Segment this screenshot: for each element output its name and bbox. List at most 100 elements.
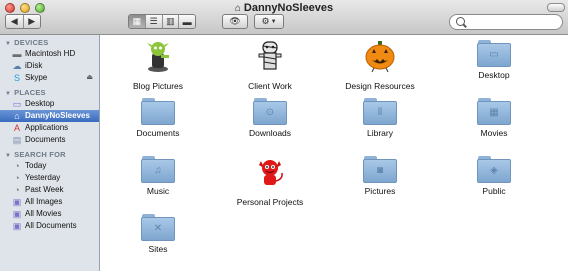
- sidebar-section-heading[interactable]: ▼ PLACES: [0, 88, 99, 98]
- sidebar-item-documents[interactable]: ▤ Documents: [0, 134, 99, 146]
- sidebar-item-label: All Documents: [25, 221, 77, 230]
- window-title: ⌂ DannyNoSleeves: [0, 2, 568, 14]
- file-item-music[interactable]: ♫ Music: [103, 155, 213, 196]
- sidebar-item-label: All Movies: [25, 209, 62, 218]
- sidebar-item-all-documents[interactable]: ▣ All Documents: [0, 220, 99, 232]
- sidebar-item-label: iDisk: [25, 61, 43, 70]
- sidebar-item-idisk[interactable]: ☁ iDisk: [0, 60, 99, 72]
- file-item-label: Music: [146, 186, 170, 196]
- clock-icon: ◔: [14, 161, 20, 171]
- goblin-icon: [147, 42, 169, 72]
- view-mode-control: ▦ ☰ ▥ ▬: [128, 14, 196, 29]
- list-view-button[interactable]: ☰: [145, 15, 163, 28]
- column-view-button[interactable]: ▥: [162, 15, 180, 28]
- file-item-label: Personal Projects: [236, 197, 304, 207]
- sidebar-item-skype[interactable]: S Skype ⏏: [0, 72, 99, 84]
- file-item-label: Design Resources: [345, 81, 415, 91]
- file-item-label: Pictures: [364, 186, 396, 196]
- clock-icon: ◔: [14, 173, 20, 183]
- sidebar-section-heading[interactable]: ▼ DEVICES: [0, 38, 99, 48]
- smart-folder-icon: ▣: [12, 197, 22, 207]
- file-item-label: Desktop: [478, 70, 510, 80]
- file-item-label: Movies: [480, 128, 508, 138]
- file-item-design-resources[interactable]: Design Resources: [325, 39, 435, 91]
- sidebar-item-macintosh-hd[interactable]: ▬ Macintosh HD: [0, 48, 99, 60]
- file-item-desktop[interactable]: ▭ Desktop: [439, 39, 549, 80]
- file-item-public[interactable]: ◈ Public: [439, 155, 549, 196]
- forward-arrow-icon: ▶: [28, 16, 36, 26]
- sidebar-item-label: Desktop: [25, 99, 55, 108]
- sidebar-section-heading[interactable]: ▼ SEARCH FOR: [0, 150, 99, 160]
- sidebar-item-label: DannyNoSleeves: [25, 111, 90, 120]
- back-button[interactable]: ◀: [6, 15, 24, 28]
- file-item-pictures[interactable]: ◙ Pictures: [325, 155, 435, 196]
- column-view-icon: ▥: [166, 16, 175, 26]
- devil-icon: [259, 160, 283, 185]
- file-item-blog-pictures[interactable]: Blog Pictures: [103, 39, 213, 91]
- file-item-client-work[interactable]: Client Work: [215, 39, 325, 91]
- toolbar-toggle-button[interactable]: [547, 3, 565, 12]
- smart-folder-icon: ▣: [12, 221, 22, 231]
- library-folder-icon: ⫴: [363, 97, 397, 125]
- file-item-downloads[interactable]: ⊙ Downloads: [215, 97, 325, 138]
- sidebar: ▼ DEVICES ▬ Macintosh HD ☁ iDisk S Skype …: [0, 35, 100, 271]
- desktop-icon: ▭: [12, 99, 22, 109]
- home-icon: ⌂: [234, 3, 241, 14]
- skype-icon: S: [13, 73, 20, 83]
- file-item-label: Client Work: [248, 81, 292, 91]
- documents-icon: ▤: [12, 135, 22, 145]
- idisk-icon: ☁: [12, 61, 22, 71]
- sidebar-item-all-images[interactable]: ▣ All Images: [0, 196, 99, 208]
- list-view-icon: ☰: [149, 16, 158, 26]
- file-item-movies[interactable]: ▦ Movies: [439, 97, 549, 138]
- sidebar-item-past-week[interactable]: ◔ Past Week: [0, 184, 99, 196]
- sidebar-item-desktop[interactable]: ▭ Desktop: [0, 98, 99, 110]
- sidebar-section-label: DEVICES: [14, 38, 49, 47]
- sidebar-item-label: Documents: [25, 135, 66, 144]
- downloads-folder-icon: ⊙: [253, 97, 287, 125]
- file-item-sites[interactable]: ✕ Sites: [103, 213, 213, 254]
- icon-view-icon: ▦: [132, 16, 142, 26]
- search-icon: [456, 17, 465, 26]
- search-field[interactable]: [449, 14, 563, 30]
- sidebar-item-label: All Images: [25, 197, 63, 206]
- back-arrow-icon: ◀: [10, 16, 18, 26]
- sidebar-item-dannynosleeves[interactable]: ⌂ DannyNoSleeves: [0, 110, 99, 122]
- back-forward-control: ◀ ▶: [5, 14, 41, 29]
- icon-view-button[interactable]: ▦: [129, 15, 146, 28]
- sidebar-section-label: SEARCH FOR: [14, 150, 66, 159]
- window-title-text: DannyNoSleeves: [243, 2, 334, 14]
- file-item-personal-projects[interactable]: Personal Projects: [215, 155, 325, 207]
- sidebar-item-today[interactable]: ◔ Today: [0, 160, 99, 172]
- sidebar-item-label: Past Week: [25, 185, 64, 194]
- folder-icon: [141, 97, 175, 125]
- home-icon: ⌂: [14, 111, 20, 121]
- pictures-folder-icon: ◙: [363, 155, 397, 183]
- clock-icon: ◔: [14, 185, 20, 195]
- sidebar-item-yesterday[interactable]: ◔ Yesterday: [0, 172, 99, 184]
- file-grid: Blog Pictures Client Work Design Resourc…: [100, 35, 568, 271]
- sidebar-item-all-movies[interactable]: ▣ All Movies: [0, 208, 99, 220]
- chevron-down-icon: ▼: [270, 18, 277, 25]
- coverflow-view-button[interactable]: ▬: [179, 15, 195, 28]
- music-folder-icon: ♫: [141, 155, 175, 183]
- sidebar-item-applications[interactable]: A Applications: [0, 122, 99, 134]
- eject-icon[interactable]: ⏏: [86, 72, 93, 84]
- sites-folder-icon: ✕: [141, 213, 175, 241]
- smart-folder-icon: ▣: [12, 209, 22, 219]
- file-item-label: Public: [482, 186, 506, 196]
- toolbar: ⌂ DannyNoSleeves ◀ ▶ ▦ ☰ ▥ ▬ 👁 ⚙ ▼: [0, 0, 568, 35]
- file-item-library[interactable]: ⫴ Library: [325, 97, 435, 138]
- forward-button[interactable]: ▶: [23, 15, 40, 28]
- pumpkin-icon: [365, 41, 395, 73]
- coverflow-view-icon: ▬: [182, 16, 192, 27]
- sidebar-section-label: PLACES: [14, 88, 46, 97]
- sidebar-item-label: Macintosh HD: [25, 49, 76, 58]
- file-item-documents[interactable]: Documents: [103, 97, 213, 138]
- sidebar-item-label: Today: [25, 161, 47, 170]
- sidebar-item-label: Skype: [25, 73, 48, 82]
- quick-look-button[interactable]: 👁: [222, 14, 248, 29]
- finder-window: ⌂ DannyNoSleeves ◀ ▶ ▦ ☰ ▥ ▬ 👁 ⚙ ▼ ▼ DEVICE…: [0, 0, 568, 271]
- action-menu-button[interactable]: ⚙ ▼: [254, 14, 284, 29]
- harddisk-icon: ▬: [12, 49, 22, 59]
